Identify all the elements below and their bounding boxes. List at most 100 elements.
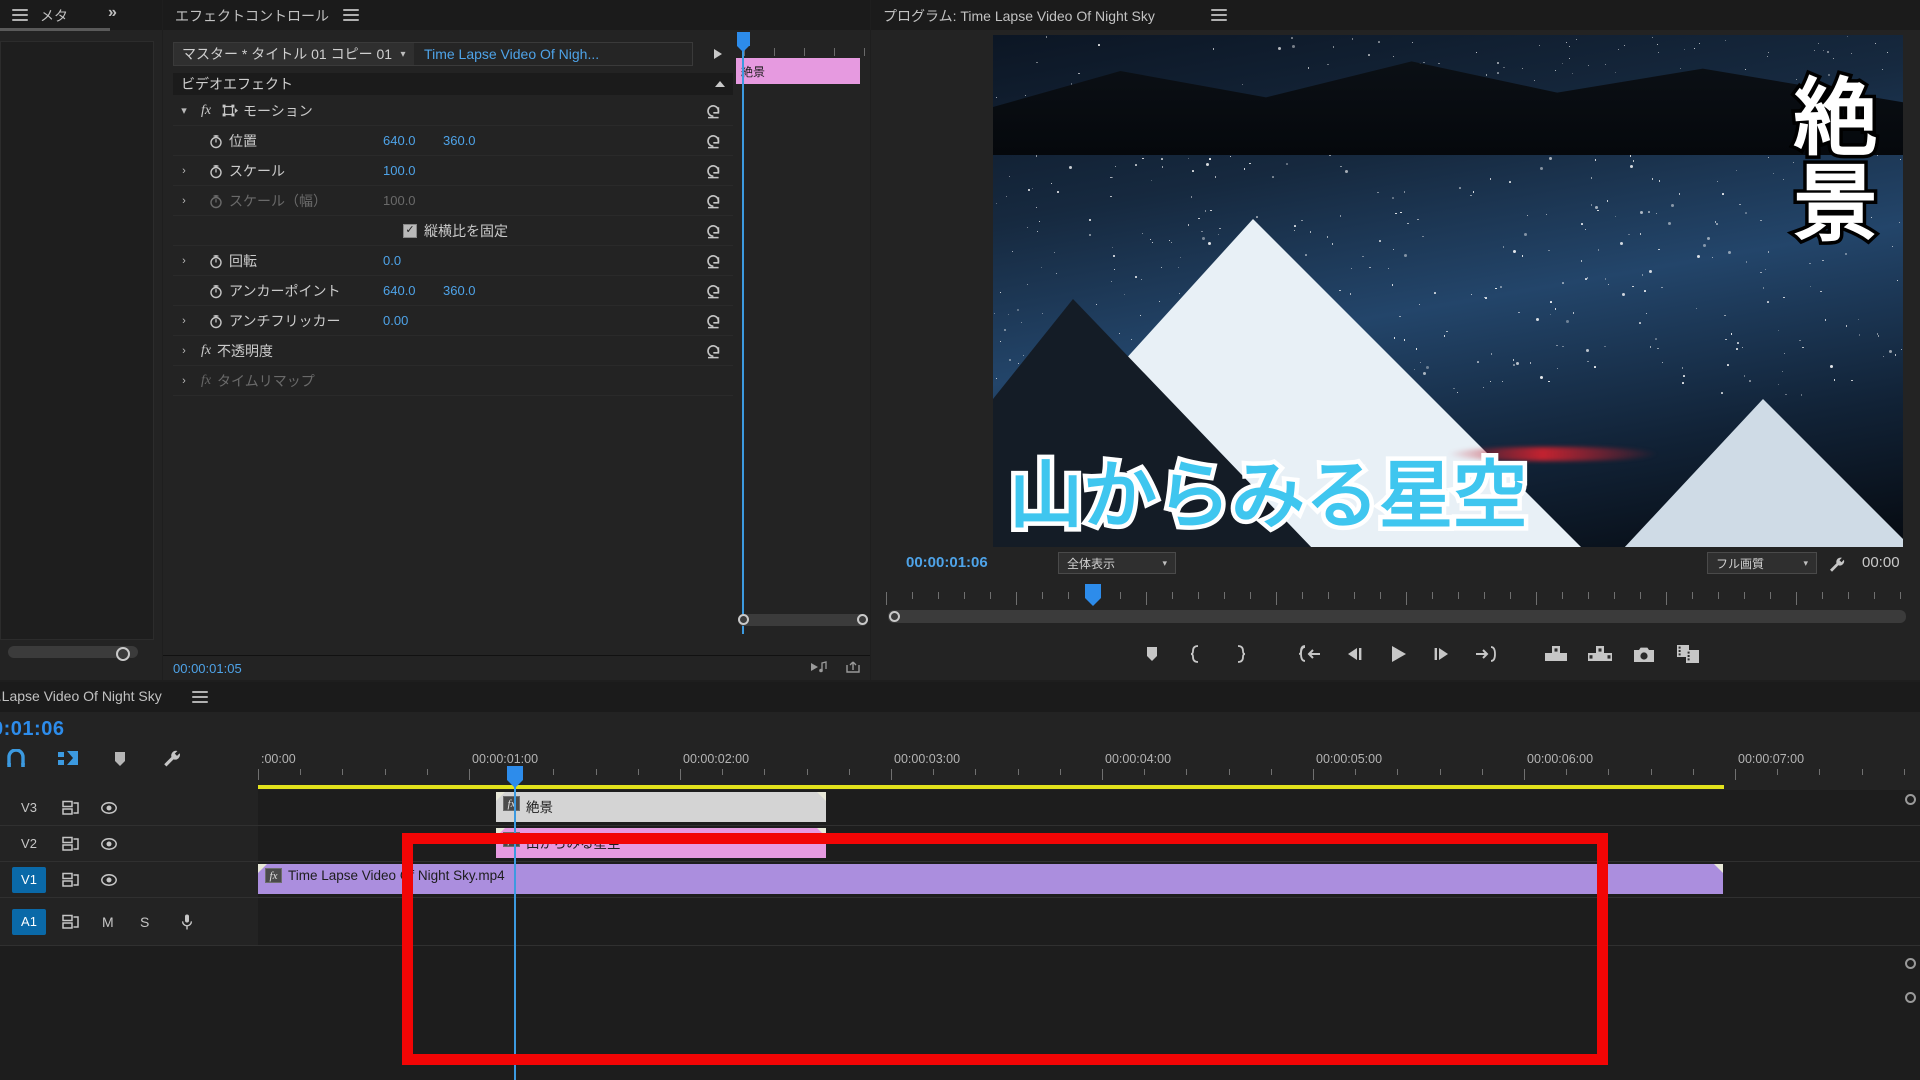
add-marker-button[interactable] [1130,634,1174,674]
timeline-playhead[interactable] [507,766,523,1080]
scroll-knob-bottom[interactable] [1905,992,1916,1003]
track-lane-V3[interactable]: fx 絶景 [258,790,1920,825]
comparison-view-button[interactable] [1666,634,1710,674]
effect-controls-tab-label[interactable]: エフェクトコントロール [175,6,329,26]
effect-controls-timecode[interactable]: 00:00:01:05 [173,661,242,676]
reset-parameter-icon[interactable] [703,191,723,211]
play-triangle-icon[interactable] [703,42,733,66]
track-target-icon[interactable] [62,800,82,816]
stopwatch-icon[interactable] [203,133,229,149]
track-lane-V1[interactable]: fx Time Lapse Video Of Night Sky.mp4 [258,862,1920,897]
metadata-tab-label[interactable]: メタ [40,6,68,26]
go-to-out-button[interactable] [1464,634,1508,674]
lift-button[interactable] [1534,634,1578,674]
program-monitor-timecode[interactable]: 00:00:01:06 [906,554,988,571]
chevron-right-icon[interactable]: › [173,345,195,357]
hamburger-icon[interactable] [343,9,359,21]
hamburger-icon[interactable] [192,691,208,703]
track-name-badge[interactable]: V2 [12,831,46,857]
mark-in-button[interactable] [1174,634,1218,674]
stopwatch-icon[interactable] [203,283,229,299]
reset-parameter-icon[interactable] [703,341,723,361]
reset-parameter-icon[interactable] [703,221,723,241]
chevron-right-icon[interactable]: › [173,255,195,267]
double-chevron-right-icon[interactable]: » [108,4,117,22]
uniform-scale-checkbox[interactable]: ✓ [403,223,417,238]
step-forward-button[interactable] [1420,634,1464,674]
triangle-up-icon[interactable] [715,81,725,87]
reset-parameter-icon[interactable] [703,101,723,121]
program-monitor-tab-label[interactable]: プログラム: Time Lapse Video Of Night Sky [883,6,1155,26]
extract-button[interactable] [1578,634,1622,674]
effect-row-scale[interactable]: › スケール 100.0 [173,156,733,186]
eye-icon[interactable] [100,872,118,888]
wrench-icon[interactable] [1828,556,1846,574]
voiceover-icon[interactable] [180,913,194,931]
program-monitor-ruler[interactable] [886,588,1906,606]
chevron-down-icon[interactable]: ▾ [1803,558,1816,569]
mark-out-button[interactable] [1218,634,1262,674]
program-monitor-video[interactable]: 絶景 山からみる星空 [993,35,1903,547]
go-to-in-button[interactable] [1288,634,1332,674]
timeline-tab-label[interactable]: ...Lapse Video Of Night Sky [0,688,162,704]
eye-icon[interactable] [100,800,118,816]
reset-parameter-icon[interactable] [703,161,723,181]
effect-value[interactable]: 0.00 [383,313,408,328]
track-lane-V2[interactable]: fx 山からみる星空 [258,826,1920,861]
metadata-scrollbar[interactable] [8,646,138,661]
chevron-right-icon[interactable]: › [173,315,195,327]
scroll-knob-top[interactable] [1905,794,1916,805]
effect-value[interactable]: 640.0 [383,283,416,298]
fx-badge-icon[interactable]: fx [265,868,282,883]
chevron-down-icon[interactable]: ▾ [173,104,195,117]
stopwatch-icon[interactable] [203,253,229,269]
timeline-ruler[interactable]: :00:00 00:00:01:00 00:00:02:00 00:00:03:00 0… [0,752,1920,780]
mini-timeline-scrollbar[interactable] [738,614,868,626]
stopwatch-icon[interactable] [203,313,229,329]
track-name-badge[interactable]: V3 [12,795,46,821]
reset-parameter-icon[interactable] [703,131,723,151]
play-audio-icon[interactable] [810,660,828,674]
effect-value[interactable]: 360.0 [443,283,476,298]
track-name-badge[interactable]: A1 [12,908,46,935]
export-frame-button[interactable] [1622,634,1666,674]
track-name-badge[interactable]: V1 [12,866,46,893]
timeline-vertical-scrollbar[interactable] [1904,790,1918,1080]
effect-row-anti-flicker[interactable]: › アンチフリッカー 0.00 [173,306,733,336]
stopwatch-icon[interactable] [203,163,229,179]
fx-badge-icon[interactable]: fx [503,796,520,811]
video-effects-section-header[interactable]: ビデオエフェクト [173,73,733,95]
eye-icon[interactable] [100,836,118,852]
program-monitor-duration-timecode[interactable]: 00:00 [1862,554,1900,571]
track-header-V2[interactable]: V2 [0,826,258,861]
playback-quality-select[interactable]: フル画質 ▾ [1707,552,1817,574]
effect-row-position[interactable]: 位置 640.0 360.0 [173,126,733,156]
reset-parameter-icon[interactable] [703,311,723,331]
chevron-right-icon[interactable]: › [173,195,195,207]
effect-row-rotation[interactable]: › 回転 0.0 [173,246,733,276]
chevron-right-icon[interactable]: › [173,165,195,177]
track-lane-A1[interactable] [258,898,1920,945]
clip-selector[interactable]: マスター * タイトル 01 コピー 01 ▾ Time Lapse Video… [173,42,693,66]
effect-row-scale-width[interactable]: › スケール（幅） 100.0 [173,186,733,216]
effect-row-uniform-scale[interactable]: ✓ 縦横比を固定 [173,216,733,246]
reset-parameter-icon[interactable] [703,251,723,271]
effect-row-opacity[interactable]: › fx 不透明度 [173,336,733,366]
chevron-down-icon[interactable]: ▾ [392,49,414,60]
clip-zekkei[interactable]: fx 絶景 [496,792,826,822]
effect-value[interactable]: 360.0 [443,133,476,148]
track-header-A1[interactable]: A1 M S [0,898,258,945]
track-header-V1[interactable]: V1 [0,862,258,897]
playhead-handle[interactable] [737,32,750,52]
program-monitor-playhead[interactable] [1085,584,1101,606]
track-target-icon[interactable] [62,836,82,852]
track-target-icon[interactable] [62,914,82,930]
effect-row-anchor-point[interactable]: アンカーポイント 640.0 360.0 [173,276,733,306]
fit-zoom-select[interactable]: 全体表示 ▾ [1058,552,1176,574]
solo-icon[interactable]: S [140,914,149,930]
track-target-icon[interactable] [62,872,82,888]
effect-value[interactable]: 100.0 [383,163,416,178]
effect-row-motion[interactable]: ▾ fx モーション [173,96,733,126]
effect-value[interactable]: 640.0 [383,133,416,148]
reset-parameter-icon[interactable] [703,281,723,301]
